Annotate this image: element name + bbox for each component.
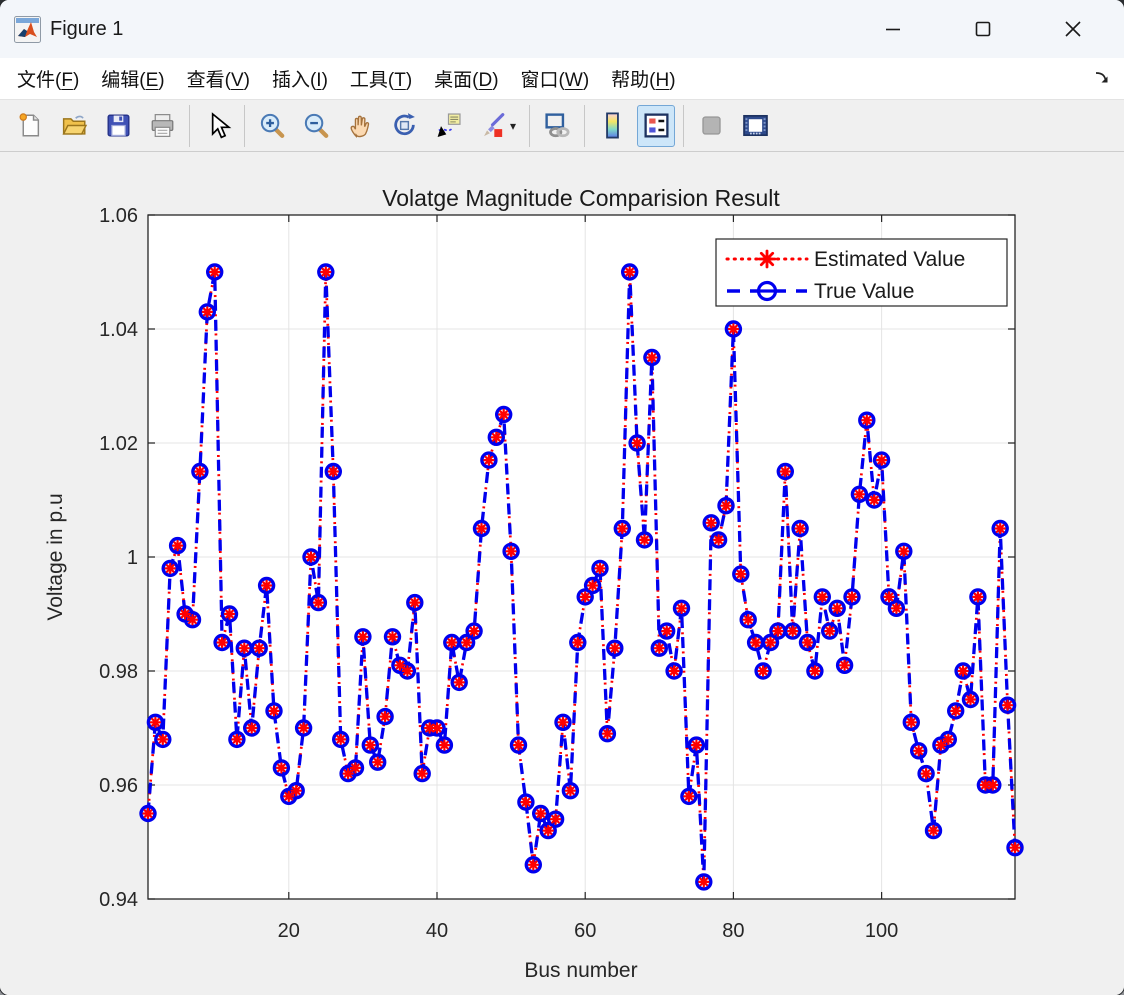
link-plot-icon [544,113,570,138]
figure-toolbar: ▾ [0,100,1124,152]
x-tick-label: 100 [865,920,898,942]
zoom-in-button[interactable] [253,105,291,147]
print-figure-icon [151,114,173,137]
window-title: Figure 1 [50,17,124,40]
titlebar: Figure 1 [0,0,1124,58]
dock-figure-button[interactable] [1090,67,1114,91]
x-axis-label: Bus number [524,959,637,982]
zoom-out-button[interactable] [297,105,335,147]
hide-plot-tools-button [692,105,730,147]
y-tick-label: 1.04 [99,319,138,341]
toolbar-separator [244,104,245,147]
y-tick-label: 1.06 [99,205,138,227]
menu-item-window[interactable]: 窗口(W) [510,60,601,97]
toolbar-separator [584,104,585,147]
chart-title: Volatge Magnitude Comparision Result [382,185,780,211]
brush-data-icon [483,113,504,137]
minimize-icon [886,28,900,31]
brush-data-button[interactable] [473,105,511,147]
save-figure-button[interactable] [99,105,137,147]
menu-item-view[interactable]: 查看(V) [176,60,261,97]
show-plot-tools-icon [742,114,768,137]
rotate-3d-icon [393,113,415,136]
y-tick-label: 0.98 [99,661,138,683]
show-plot-tools-button[interactable] [736,105,774,147]
menu-item-help[interactable]: 帮助(H) [600,60,686,97]
menu-item-tools[interactable]: 工具(T) [339,60,423,97]
insert-colorbar-icon [605,112,619,139]
link-plot-button[interactable] [538,105,576,147]
open-file-button[interactable] [55,105,93,147]
zoom-out-icon [304,113,328,138]
insert-legend-icon [643,113,669,138]
figure-window: Figure 1 文件(F) 编辑(E) 查看(V) 插入(I) 工具(T) 桌面(D) 窗… [0,0,1124,995]
brush-dropdown-caret[interactable]: ▾ [510,119,522,133]
matlab-logo-icon [14,15,41,43]
x-tick-label: 20 [278,920,300,942]
x-tick-label: 60 [574,920,596,942]
print-figure-button[interactable] [143,105,181,147]
x-tick-label: 40 [426,920,448,942]
menu-item-edit[interactable]: 编辑(E) [90,60,175,97]
legend-label-true: True Value [814,280,914,303]
toolbar-separator [529,104,530,147]
pan-icon [350,115,369,138]
new-figure-button[interactable] [11,105,49,147]
data-cursor-icon [437,113,461,137]
zoom-in-icon [260,113,284,138]
legend-asterisk-marker [757,249,777,269]
window-controls [848,0,1124,58]
menubar: 文件(F) 编辑(E) 查看(V) 插入(I) 工具(T) 桌面(D) 窗口(W) 帮助(H) [0,58,1124,100]
figure-canvas: 20 40 60 80 100 0.94 0.96 0.98 1 1.02 1.04 1.06 Vol… [0,152,1124,995]
y-tick-label: 1.02 [99,433,138,455]
y-tick-label: 0.96 [99,775,138,797]
menu-item-insert[interactable]: 插入(I) [261,60,339,97]
axes-plot: 20 40 60 80 100 0.94 0.96 0.98 1 1.02 1.04 1.06 Vol… [44,185,1024,982]
toolbar-separator [189,104,190,147]
menu-item-desktop[interactable]: 桌面(D) [423,60,509,97]
legend-label-estimated: Estimated Value [814,248,965,271]
maximize-icon [975,21,991,37]
pan-button[interactable] [341,105,379,147]
y-axis-label: Voltage in p.u [44,493,67,620]
rotate-3d-button[interactable] [385,105,423,147]
legend-box[interactable]: Estimated Value True Value [715,238,1008,307]
insert-legend-button[interactable] [637,104,675,147]
hide-plot-tools-icon [701,116,721,135]
edit-plot-icon [211,112,231,139]
new-figure-icon [19,113,39,137]
minimize-button[interactable] [848,0,938,58]
toolbar-separator [683,104,684,147]
close-icon [1065,21,1081,37]
data-cursor-button[interactable] [429,105,467,147]
y-tick-label: 0.94 [99,889,138,911]
save-figure-icon [107,114,129,137]
edit-plot-button[interactable] [198,105,236,147]
maximize-button[interactable] [938,0,1028,58]
y-tick-label: 1 [127,547,138,569]
insert-colorbar-button[interactable] [593,105,631,147]
x-tick-label: 80 [722,920,744,942]
close-button[interactable] [1028,0,1118,58]
menu-item-file[interactable]: 文件(F) [6,60,90,97]
open-file-icon [61,115,87,135]
